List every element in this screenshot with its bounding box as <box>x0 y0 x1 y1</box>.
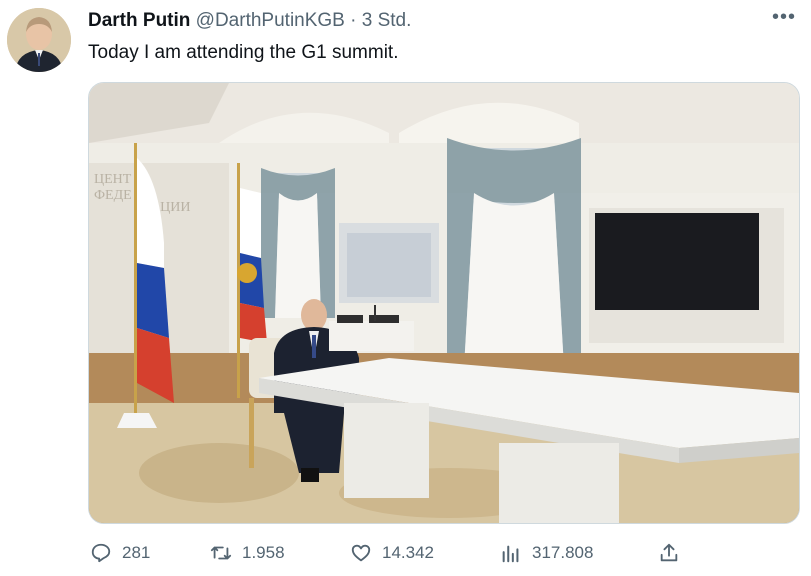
like-button[interactable]: 14.342 <box>350 538 434 568</box>
reply-button[interactable]: 281 <box>90 538 150 568</box>
reply-icon <box>91 543 111 563</box>
like-count: 14.342 <box>382 543 434 562</box>
share-button[interactable] <box>658 538 680 568</box>
reply-count: 281 <box>122 543 151 562</box>
retweet-count: 1.958 <box>242 543 285 562</box>
tweet-header: Darth Putin @DarthPutinKGB · 3 Std. <box>88 10 411 32</box>
more-icon[interactable]: ••• <box>772 6 796 29</box>
wall-sign-line2: ФЕДЕ <box>94 188 132 203</box>
retweet-icon <box>210 546 232 560</box>
tweet-text: Today I am attending the G1 summit. <box>88 42 399 63</box>
views-button[interactable]: 317.808 <box>500 538 593 568</box>
retweet-button[interactable]: 1.958 <box>210 538 285 568</box>
media-photo: ЦЕНТ ФЕДЕ РАЦИИ <box>89 83 799 523</box>
views-count: 317.808 <box>532 543 594 562</box>
avatar-image <box>7 8 71 72</box>
wall-sign-line1: ЦЕНТ <box>94 172 132 187</box>
tv-screen <box>595 213 759 310</box>
author-name[interactable]: Darth Putin <box>88 10 190 31</box>
center-window <box>447 138 581 368</box>
left-window <box>261 168 335 318</box>
header-separator: · <box>344 10 362 31</box>
share-icon <box>660 543 678 562</box>
avatar[interactable] <box>7 8 71 72</box>
heart-icon <box>351 544 371 562</box>
tweet: Darth Putin @DarthPutinKGB · 3 Std. ••• … <box>0 0 811 576</box>
tweet-actions: 281 1.958 14.342 317.808 <box>88 538 788 570</box>
tweet-media[interactable]: ЦЕНТ ФЕДЕ РАЦИИ <box>88 82 800 524</box>
views-icon <box>502 545 519 563</box>
author-handle[interactable]: @DarthPutinKGB <box>196 10 345 31</box>
tweet-timestamp[interactable]: 3 Std. <box>362 10 412 31</box>
